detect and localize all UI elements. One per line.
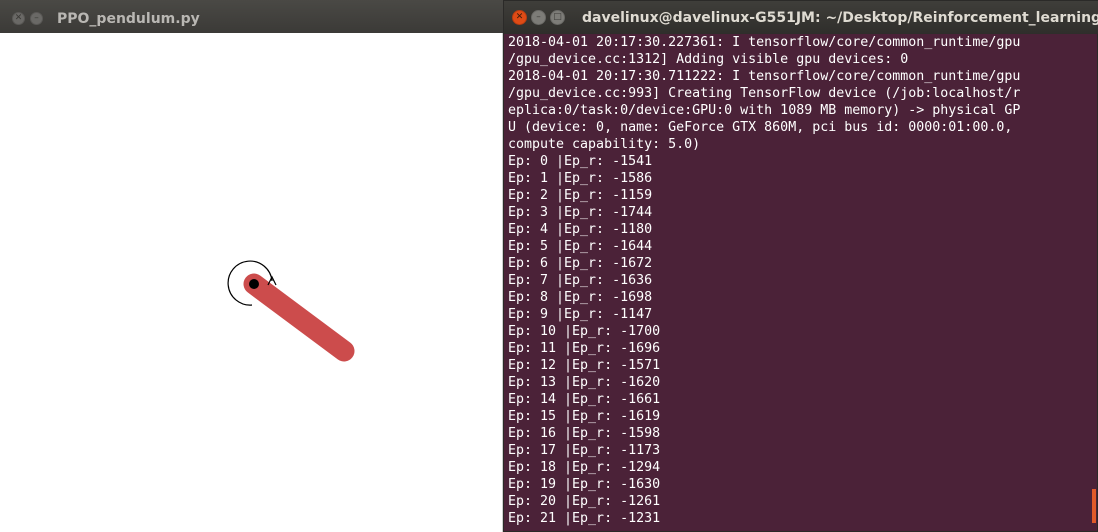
- terminal-line: 2018-04-01 20:17:30.227361: I tensorflow…: [508, 35, 1021, 50]
- terminal-line: Ep: 16 |Ep_r: -1598: [508, 426, 661, 441]
- terminal-line: /gpu_device.cc:993] Creating TensorFlow …: [508, 86, 1021, 101]
- terminal-line: Ep: 11 |Ep_r: -1696: [508, 341, 661, 356]
- window-title: PPO_pendulum.py: [57, 11, 200, 27]
- terminal-line: Ep: 3 |Ep_r: -1744: [508, 205, 653, 220]
- terminal-line: Ep: 10 |Ep_r: -1700: [508, 324, 661, 339]
- window-title: davelinux@davelinux-G551JM: ~/Desktop/Re…: [582, 10, 1098, 26]
- terminal-output[interactable]: 2018-04-01 20:17:30.227361: I tensorflow…: [508, 34, 1088, 531]
- terminal-line: compute capability: 5.0): [508, 137, 701, 152]
- pendulum-window[interactable]: ✕ – PPO_pendulum.py: [0, 0, 503, 532]
- maximize-icon[interactable]: □: [550, 10, 565, 25]
- terminal-titlebar[interactable]: ✕ – □ davelinux@davelinux-G551JM: ~/Desk…: [504, 1, 1098, 34]
- terminal-line: /gpu_device.cc:1312] Adding visible gpu …: [508, 52, 909, 67]
- terminal-line: Ep: 0 |Ep_r: -1541: [508, 154, 653, 169]
- terminal-line: U (device: 0, name: GeForce GTX 860M, pc…: [508, 120, 1013, 135]
- terminal-line: Ep: 15 |Ep_r: -1619: [508, 409, 661, 424]
- terminal-line: Ep: 13 |Ep_r: -1620: [508, 375, 661, 390]
- terminal-line: Ep: 14 |Ep_r: -1661: [508, 392, 661, 407]
- terminal-line: Ep: 8 |Ep_r: -1698: [508, 290, 653, 305]
- terminal-line: Ep: 9 |Ep_r: -1147: [508, 307, 653, 322]
- terminal-line: Ep: 6 |Ep_r: -1672: [508, 256, 653, 271]
- minimize-icon[interactable]: –: [531, 10, 546, 25]
- terminal-line: Ep: 4 |Ep_r: -1180: [508, 222, 653, 237]
- terminal-line: Ep: 12 |Ep_r: -1571: [508, 358, 661, 373]
- terminal-line: Ep: 5 |Ep_r: -1644: [508, 239, 653, 254]
- terminal-line: Ep: 21 |Ep_r: -1231: [508, 511, 661, 526]
- close-icon[interactable]: ✕: [12, 12, 25, 25]
- pendulum-axle: [249, 279, 259, 289]
- terminal-line: Ep: 1 |Ep_r: -1586: [508, 171, 653, 186]
- scrollbar[interactable]: [1092, 489, 1096, 523]
- minimize-icon[interactable]: –: [30, 12, 43, 25]
- terminal-window[interactable]: ✕ – □ davelinux@davelinux-G551JM: ~/Desk…: [503, 0, 1098, 532]
- terminal-line: Ep: 17 |Ep_r: -1173: [508, 443, 661, 458]
- terminal-line: Ep: 18 |Ep_r: -1294: [508, 460, 661, 475]
- terminal-line: eplica:0/task:0/device:GPU:0 with 1089 M…: [508, 103, 1021, 118]
- close-icon[interactable]: ✕: [512, 10, 527, 25]
- pendulum-pole: [243, 273, 355, 362]
- pendulum-canvas: [227, 260, 355, 362]
- terminal-line: Ep: 2 |Ep_r: -1159: [508, 188, 653, 203]
- pendulum: [227, 260, 355, 362]
- terminal-line: Ep: 19 |Ep_r: -1630: [508, 477, 661, 492]
- pendulum-titlebar[interactable]: ✕ – PPO_pendulum.py: [0, 0, 503, 33]
- terminal-line: 2018-04-01 20:17:30.711222: I tensorflow…: [508, 69, 1021, 84]
- terminal-line: Ep: 7 |Ep_r: -1636: [508, 273, 653, 288]
- terminal-line: Ep: 20 |Ep_r: -1261: [508, 494, 661, 509]
